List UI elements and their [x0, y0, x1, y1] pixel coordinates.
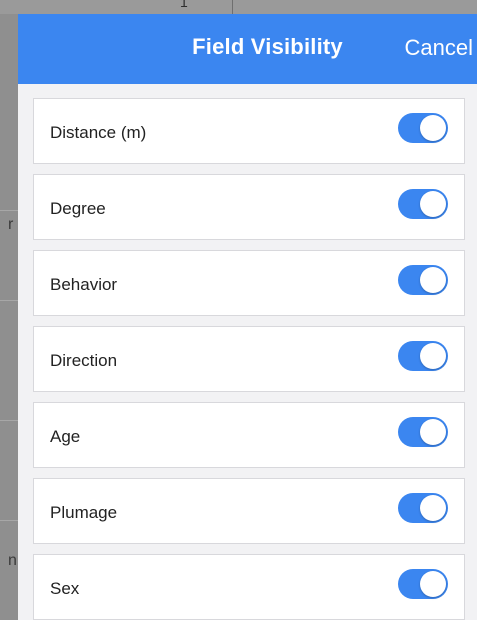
toggle-switch-behavior[interactable]: [398, 265, 448, 295]
field-visibility-sheet: Field Visibility Cancel Distance (m) Deg…: [18, 14, 477, 620]
toggle-switch-distance[interactable]: [398, 113, 448, 143]
field-label: Plumage: [50, 503, 118, 522]
cancel-button[interactable]: Cancel: [405, 35, 473, 61]
field-list: Distance (m) Degree Behavior Direction A…: [33, 98, 465, 620]
background-glyph: n: [8, 552, 17, 569]
field-label: Direction: [50, 351, 118, 370]
field-label: Degree: [50, 199, 106, 218]
background-divider: [232, 0, 233, 14]
background-divider: [0, 300, 18, 301]
toggle-knob: [420, 419, 446, 445]
toggle-knob: [420, 115, 446, 141]
toggle-switch-age[interactable]: [398, 417, 448, 447]
toggle-knob: [420, 267, 446, 293]
navigation-bar: Field Visibility Cancel: [18, 14, 477, 84]
background-glyph: r: [8, 216, 14, 233]
field-label: Sex: [50, 579, 80, 598]
field-row-degree: Degree: [33, 174, 465, 240]
toggle-knob: [420, 191, 446, 217]
background-top-strip: [0, 0, 477, 14]
background-divider: [0, 210, 18, 211]
toggle-switch-plumage[interactable]: [398, 493, 448, 523]
field-label: Distance (m): [50, 123, 147, 142]
toggle-knob: [420, 571, 446, 597]
field-row-plumage: Plumage: [33, 478, 465, 544]
field-label: Behavior: [50, 275, 118, 294]
toggle-knob: [420, 495, 446, 521]
background-divider: [0, 420, 18, 421]
background-top-glyph: 1: [180, 0, 188, 10]
background-divider: [0, 520, 18, 521]
field-label: Age: [50, 427, 81, 446]
toggle-switch-direction[interactable]: [398, 341, 448, 371]
field-row-age: Age: [33, 402, 465, 468]
toggle-knob: [420, 343, 446, 369]
field-row-distance: Distance (m): [33, 98, 465, 164]
field-row-direction: Direction: [33, 326, 465, 392]
toggle-switch-degree[interactable]: [398, 189, 448, 219]
field-row-sex: Sex: [33, 554, 465, 620]
toggle-switch-sex[interactable]: [398, 569, 448, 599]
field-row-behavior: Behavior: [33, 250, 465, 316]
